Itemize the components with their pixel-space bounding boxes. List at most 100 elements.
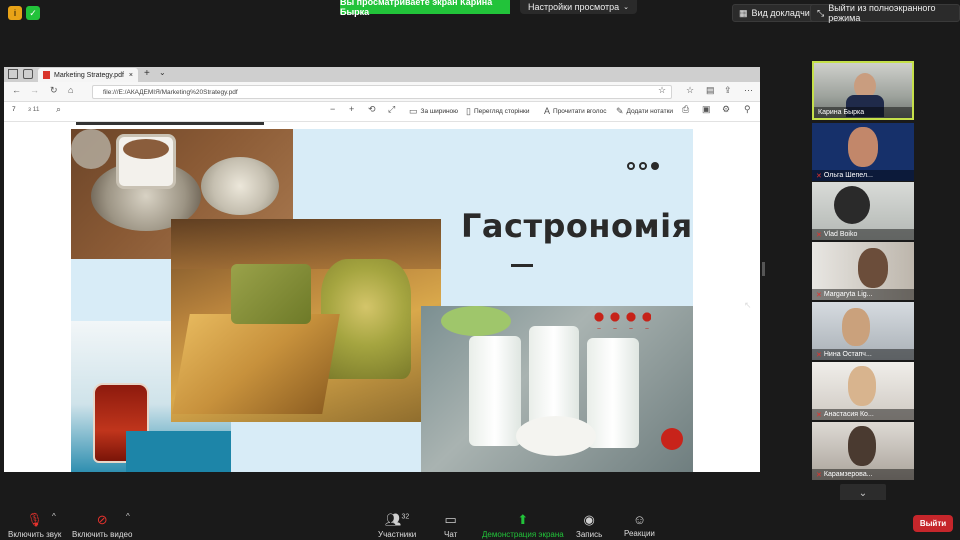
close-icon[interactable]: × bbox=[129, 72, 133, 79]
participant-video bbox=[842, 308, 870, 346]
collections-icon[interactable]: ▤ bbox=[706, 85, 715, 96]
participant-tile[interactable]: ✕ Vlad Boiko bbox=[812, 182, 914, 240]
mic-off-icon: ✕ bbox=[816, 172, 822, 180]
chevron-down-icon: ⌄ bbox=[858, 487, 868, 499]
view-settings-label: Настройки просмотра bbox=[528, 2, 620, 12]
participant-name: Ольга Шепел... bbox=[823, 172, 873, 179]
fit-width-button[interactable]: ▭ За шириною bbox=[409, 106, 458, 117]
refresh-icon[interactable]: ↻ bbox=[50, 85, 58, 96]
chevron-down-icon[interactable]: ⌄ bbox=[159, 68, 166, 77]
rotate-icon[interactable]: ⟲ bbox=[368, 104, 376, 115]
tab-title: Marketing Strategy.pdf bbox=[54, 71, 124, 79]
info-icon[interactable]: i bbox=[8, 6, 22, 20]
mic-off-icon: ✕ bbox=[816, 291, 822, 299]
participant-video bbox=[834, 186, 870, 224]
view-settings-dropdown[interactable]: Настройки просмотра ⌄ bbox=[520, 0, 638, 14]
read-aloud-button[interactable]: A Прочитати вголос bbox=[544, 106, 606, 116]
record-button[interactable]: ◉ Запись bbox=[576, 512, 602, 539]
favorites-icon[interactable]: ☆ bbox=[686, 85, 694, 96]
baklava-photo bbox=[171, 219, 441, 422]
speaker-view-label: Вид докладчика bbox=[751, 8, 819, 18]
browser-tab-strip: Marketing Strategy.pdf × + ⌄ bbox=[4, 67, 760, 82]
more-icon[interactable]: ⋯ bbox=[744, 85, 753, 96]
mic-off-icon: 🎙︎ bbox=[26, 512, 43, 527]
add-notes-label: Додати нотатки bbox=[626, 108, 674, 115]
slide-dot-1 bbox=[627, 162, 635, 170]
add-notes-button[interactable]: ✎ Додати нотатки bbox=[616, 106, 673, 117]
pin-icon[interactable]: ⚲ bbox=[744, 104, 751, 115]
home-icon[interactable]: ⌂ bbox=[68, 85, 73, 95]
participant-tile[interactable]: ✕ Анастасия Ко... bbox=[812, 362, 914, 420]
page-view-button[interactable]: ▯ Перегляд сторінки bbox=[466, 106, 530, 117]
pdf-viewer-area: Гастрономія bbox=[4, 122, 760, 472]
participant-name: Margaryta Lig... bbox=[823, 291, 873, 298]
fit-width-icon: ▭ bbox=[409, 106, 418, 116]
url-field[interactable]: file:///E:/АКАДЕМІЯ/Marketing%20Strategy… bbox=[92, 85, 672, 99]
panel-resize-handle[interactable] bbox=[762, 262, 765, 276]
mic-off-icon: ✕ bbox=[816, 411, 822, 419]
tab-back-icon[interactable] bbox=[23, 69, 33, 79]
zoom-out-icon[interactable]: − bbox=[330, 104, 335, 114]
search-icon[interactable]: ⌕ bbox=[56, 104, 61, 115]
audio-options-chevron[interactable]: ^ bbox=[52, 512, 56, 521]
tab-actions-icon[interactable] bbox=[8, 69, 18, 79]
participant-tile[interactable]: ✕ Margaryta Lig... bbox=[812, 242, 914, 300]
participant-tile[interactable]: ✕ Ольга Шепел... bbox=[812, 123, 914, 181]
mic-off-icon: ✕ bbox=[816, 351, 822, 359]
video-options-chevron[interactable]: ^ bbox=[126, 512, 130, 521]
fullscreen-icon[interactable]: ⤢ bbox=[388, 104, 395, 115]
participant-video bbox=[848, 127, 878, 167]
viewing-screen-banner: Вы просматриваете экран Карина Бырка bbox=[340, 0, 510, 17]
participant-tile[interactable]: ✕ Нина Остапч... bbox=[812, 302, 914, 360]
chat-label: Чат bbox=[444, 530, 458, 539]
notes-icon: ✎ bbox=[616, 106, 624, 116]
read-aloud-label: Прочитати вголос bbox=[553, 107, 607, 115]
participant-name: Нина Остапч... bbox=[823, 351, 872, 358]
chat-icon: ▭ bbox=[444, 512, 457, 527]
participants-button[interactable]: 👥︎32 Участники bbox=[378, 512, 416, 539]
pdf-page-slide: Гастрономія bbox=[71, 129, 693, 472]
participant-name: Карамзерова... bbox=[823, 471, 873, 478]
chat-button[interactable]: ▭ Чат bbox=[444, 512, 457, 539]
participant-tile[interactable]: Карина Бырка bbox=[812, 61, 914, 120]
pdf-icon bbox=[43, 71, 50, 79]
grid-icon: ▦ bbox=[739, 7, 748, 18]
pdf-toolbar: 7 з 11 ⌕ − + ⟲ ⤢ ▭ За шириною ▯ Перегляд… bbox=[4, 102, 760, 122]
page-total: з 11 bbox=[28, 106, 40, 113]
page-view-icon: ▯ bbox=[466, 106, 471, 116]
chevron-down-icon: ⌄ bbox=[623, 4, 630, 11]
browser-tab[interactable]: Marketing Strategy.pdf × bbox=[38, 68, 138, 82]
share-icon[interactable]: ⇪ bbox=[724, 85, 732, 96]
print-icon[interactable]: ⎙ bbox=[682, 104, 689, 115]
exit-fullscreen-label: Выйти из полноэкранного режима bbox=[828, 3, 936, 23]
save-icon[interactable]: ▣ bbox=[702, 104, 711, 115]
record-label: Запись bbox=[576, 530, 603, 539]
forward-icon[interactable]: → bbox=[30, 85, 39, 95]
reactions-button[interactable]: ☺ Реакции bbox=[624, 512, 655, 538]
share-screen-icon: ⬆ bbox=[517, 512, 529, 527]
participant-tile[interactable]: ✕ Карамзерова... bbox=[812, 422, 914, 480]
back-icon[interactable]: ← bbox=[12, 85, 21, 95]
start-video-button[interactable]: ⊘ Включить видео bbox=[72, 512, 132, 539]
meeting-controls-bar: 🎙︎ Включить звук ^ ⊘ Включить видео ^ 👥︎… bbox=[0, 500, 960, 540]
slide-dot-3 bbox=[651, 162, 659, 170]
new-tab-icon[interactable]: + bbox=[144, 68, 150, 79]
meeting-top-bar: i ✓ Вы просматриваете экран Карина Бырка… bbox=[0, 0, 960, 26]
leave-button[interactable]: Выйти bbox=[913, 515, 953, 532]
page-view-label: Перегляд сторінки bbox=[473, 108, 530, 115]
participant-name: Карина Бырка bbox=[818, 109, 865, 116]
record-icon: ◉ bbox=[583, 512, 595, 527]
star-icon[interactable]: ☆ bbox=[658, 85, 666, 96]
share-screen-button[interactable]: ⬆ Демонстрация экрана bbox=[482, 512, 564, 539]
zoom-in-icon[interactable]: + bbox=[349, 104, 354, 114]
settings-icon[interactable]: ⚙ bbox=[722, 104, 730, 115]
participant-name: Анастасия Ко... bbox=[823, 411, 874, 418]
slide-title: Гастрономія bbox=[461, 207, 693, 245]
page-number-input[interactable]: 7 bbox=[12, 106, 16, 113]
mic-off-icon: ✕ bbox=[816, 231, 822, 239]
exit-fullscreen-button[interactable]: ⤡ Выйти из полноэкранного режима bbox=[810, 3, 960, 23]
reactions-label: Реакции bbox=[624, 529, 655, 538]
shield-icon[interactable]: ✓ bbox=[26, 6, 40, 20]
slide-title-underline bbox=[511, 264, 533, 267]
participants-icon: 👥︎32 bbox=[384, 512, 410, 527]
